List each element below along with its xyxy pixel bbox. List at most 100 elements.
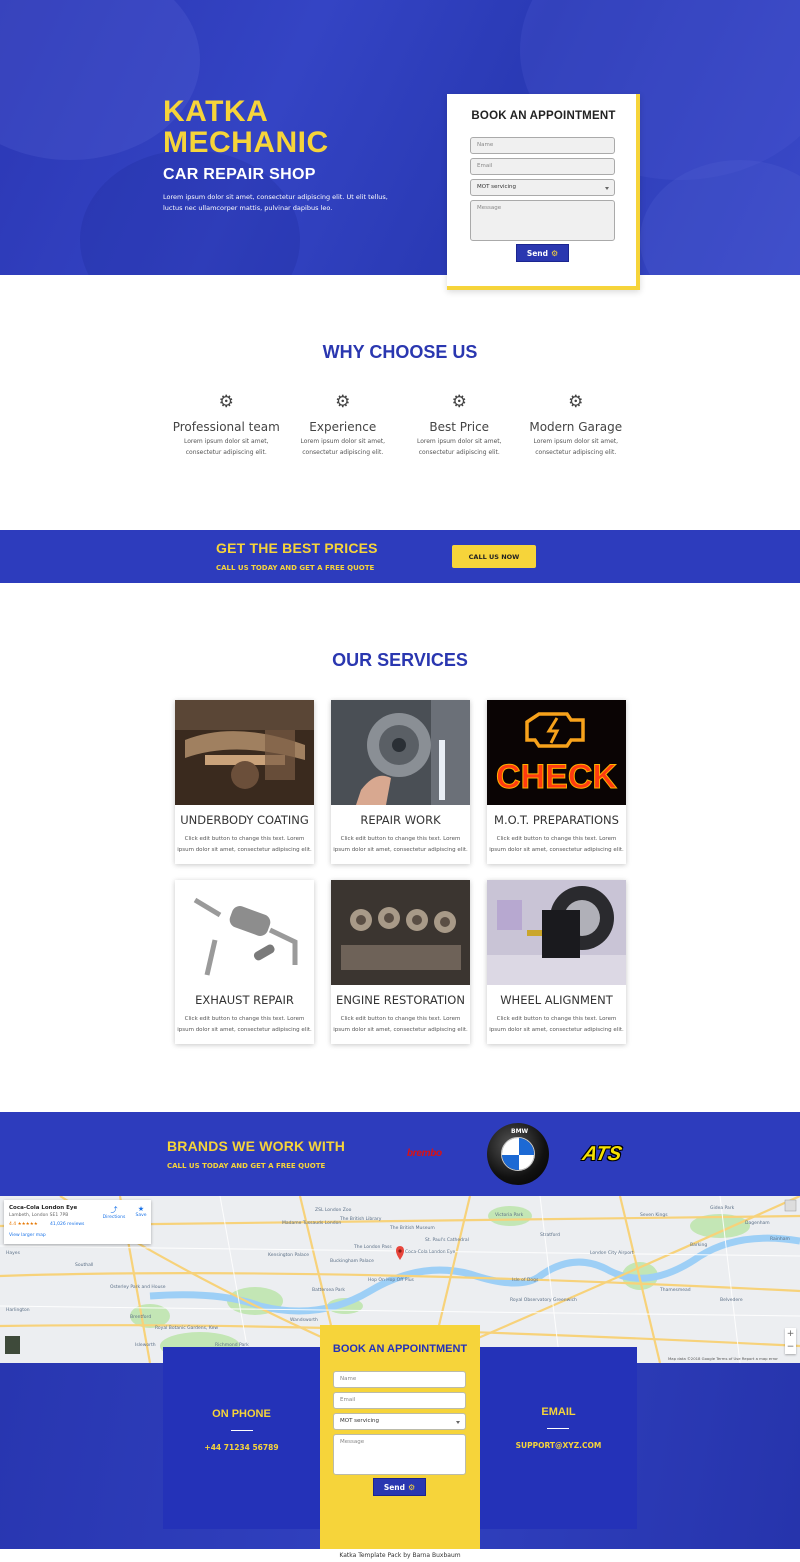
feature-name: Professional team xyxy=(172,420,280,434)
map-zoom-control[interactable]: + − xyxy=(785,1328,796,1354)
service-card[interactable]: REPAIR WORK Click edit button to change … xyxy=(331,700,470,864)
gears-icon: ⚙ xyxy=(451,392,467,412)
send-button[interactable]: Send ⚙ xyxy=(516,244,569,262)
email-input[interactable]: Email xyxy=(470,158,615,175)
send-button-label: Send xyxy=(383,1482,406,1492)
map-label: Royal Botanic Gardens, Kew xyxy=(155,1325,218,1331)
brands-title: BRANDS WE WORK WITH xyxy=(167,1138,346,1154)
directions-button[interactable]: ⤴ Directions xyxy=(102,1205,126,1220)
map-label: Thamesmead xyxy=(659,1287,691,1293)
map-credit: Map data ©2018 Google Terms of Use Repor… xyxy=(668,1356,778,1361)
map-label: The British Library xyxy=(339,1216,382,1222)
map-reviews-link[interactable]: 41,026 reviews xyxy=(50,1222,84,1227)
service-card[interactable]: CHECK M.O.T. PREPARATIONS Click edit but… xyxy=(487,700,626,864)
map-label: Brentford xyxy=(130,1314,151,1320)
map-label: Gidea Park xyxy=(710,1205,735,1211)
star-icon: ★ xyxy=(137,1205,145,1213)
service-desc: Click edit button to change this text. L… xyxy=(177,836,312,853)
feature-name: Best Price xyxy=(429,420,490,434)
appointment-title: BOOK AN APPOINTMENT xyxy=(471,110,616,122)
service-desc: Click edit button to change this text. L… xyxy=(489,1016,624,1033)
feature-desc: Lorem ipsum dolor sit amet, consectetur … xyxy=(533,438,619,456)
service-desc: Click edit button to change this text. L… xyxy=(177,1016,312,1033)
brands-band xyxy=(0,1112,800,1196)
map-label: Osterley Park and House xyxy=(110,1284,166,1290)
map-address: Lambeth, London SE1 7PB xyxy=(9,1213,69,1218)
map-label: London City Airport xyxy=(590,1250,634,1256)
phone-value[interactable]: +44 71234 56789 xyxy=(163,1443,320,1452)
service-name: ENGINE RESTORATION xyxy=(336,993,465,1007)
hero-title: KATKA MECHANIC xyxy=(163,95,329,159)
appointment-title: BOOK AN APPOINTMENT xyxy=(332,1343,468,1355)
map-label: Stratford xyxy=(540,1232,560,1238)
engine-image xyxy=(331,880,470,985)
name-input[interactable]: Name xyxy=(470,137,615,154)
map-label: The British Museum xyxy=(389,1225,435,1231)
save-button[interactable]: ★ Save xyxy=(133,1205,149,1218)
check-text: CHECK xyxy=(496,758,617,796)
why-choose-title: WHY CHOOSE US xyxy=(322,342,478,362)
email-value[interactable]: SUPPORT@XYZ.COM xyxy=(480,1441,637,1450)
feature-desc: Lorem ipsum dolor sit amet, consectetur … xyxy=(183,438,269,456)
email-label: EMAIL xyxy=(541,1406,576,1418)
map-label: Isle of Dogs xyxy=(512,1277,539,1283)
directions-icon: ⤴ xyxy=(110,1206,118,1214)
map-place-name: Coca-Cola London Eye xyxy=(9,1205,78,1211)
map-label: Royal Observatory Greenwich xyxy=(510,1297,577,1303)
service-card[interactable]: ENGINE RESTORATION Click edit button to … xyxy=(331,880,470,1044)
service-name: M.O.T. PREPARATIONS xyxy=(494,813,619,827)
send-button[interactable]: Send ⚙ xyxy=(373,1478,426,1496)
feature-name: Experience xyxy=(309,420,377,434)
hero-subtitle: CAR REPAIR SHOP xyxy=(163,166,316,183)
service-card[interactable]: EXHAUST REPAIR Click edit button to chan… xyxy=(175,880,314,1044)
zoom-in-icon[interactable]: + xyxy=(785,1328,796,1341)
name-input[interactable]: Name xyxy=(333,1371,466,1388)
service-card[interactable]: UNDERBODY COATING Click edit button to c… xyxy=(175,700,314,864)
send-button-label: Send xyxy=(526,248,549,258)
directions-label: Directions xyxy=(102,1215,126,1220)
message-textarea[interactable]: Message xyxy=(333,1434,466,1475)
map-label: Battersea Park xyxy=(312,1287,345,1293)
map-rating: 4.4 ★★★★★ xyxy=(9,1222,38,1227)
service-name: UNDERBODY COATING xyxy=(180,813,309,827)
wheel-alignment-image xyxy=(487,880,626,985)
map-info-card: Coca-Cola London Eye Lambeth, London SE1… xyxy=(4,1200,151,1244)
page: KATKA MECHANIC CAR REPAIR SHOP Lorem ips… xyxy=(0,0,800,1562)
map-label: ZSL London Zoo xyxy=(315,1207,352,1213)
footer-credit: Katka Template Pack by Barna Buxbaum xyxy=(0,1549,800,1562)
service-card[interactable]: WHEEL ALIGNMENT Click edit button to cha… xyxy=(487,880,626,1044)
brands-subtitle: CALL US TODAY AND GET A FREE QUOTE xyxy=(167,1162,326,1170)
map-label: Dagenham xyxy=(745,1220,770,1226)
repair-image xyxy=(331,700,470,805)
service-name: REPAIR WORK xyxy=(360,813,441,827)
map-label: Kensington Palace xyxy=(268,1252,309,1258)
feature-desc: Lorem ipsum dolor sit amet, consectetur … xyxy=(300,438,386,456)
map-label: Hayes xyxy=(6,1250,21,1256)
service-desc: Click edit button to change this text. L… xyxy=(333,836,468,853)
bmw-logo-text: BMW xyxy=(511,1128,529,1135)
email-input[interactable]: Email xyxy=(333,1392,466,1409)
service-select[interactable]: MOT servicing xyxy=(470,179,615,196)
map-label: Isleworth xyxy=(135,1342,156,1348)
prices-band xyxy=(0,530,800,583)
service-select[interactable]: MOT servicing xyxy=(333,1413,466,1430)
map-label: Buckingham Palace xyxy=(330,1258,374,1264)
map-label: Seven Kings xyxy=(640,1212,668,1218)
map-label: Belvedere xyxy=(720,1297,743,1303)
feature-desc: Lorem ipsum dolor sit amet, consectetur … xyxy=(416,438,502,456)
message-textarea[interactable]: Message xyxy=(470,200,615,241)
brembo-logo: brembo xyxy=(407,1148,442,1159)
feature-item: ⚙ Best Price Lorem ipsum dolor sit amet,… xyxy=(401,392,518,458)
view-larger-map-link[interactable]: View larger map xyxy=(9,1233,46,1238)
underbody-image xyxy=(175,700,314,805)
ats-logo-text: ATS xyxy=(580,1143,624,1165)
map-label: Rainham xyxy=(770,1236,790,1242)
zoom-out-icon[interactable]: − xyxy=(785,1341,796,1354)
call-us-button[interactable]: CALL US NOW xyxy=(452,545,536,568)
save-label: Save xyxy=(135,1213,147,1218)
check-engine-image: CHECK xyxy=(487,700,626,805)
appointment-form: BOOK AN APPOINTMENT Name Email MOT servi… xyxy=(447,94,640,290)
service-name: WHEEL ALIGNMENT xyxy=(500,993,613,1007)
features-list: ⚙ Professional team Lorem ipsum dolor si… xyxy=(168,392,634,458)
map-label: The London Pass xyxy=(353,1244,392,1250)
